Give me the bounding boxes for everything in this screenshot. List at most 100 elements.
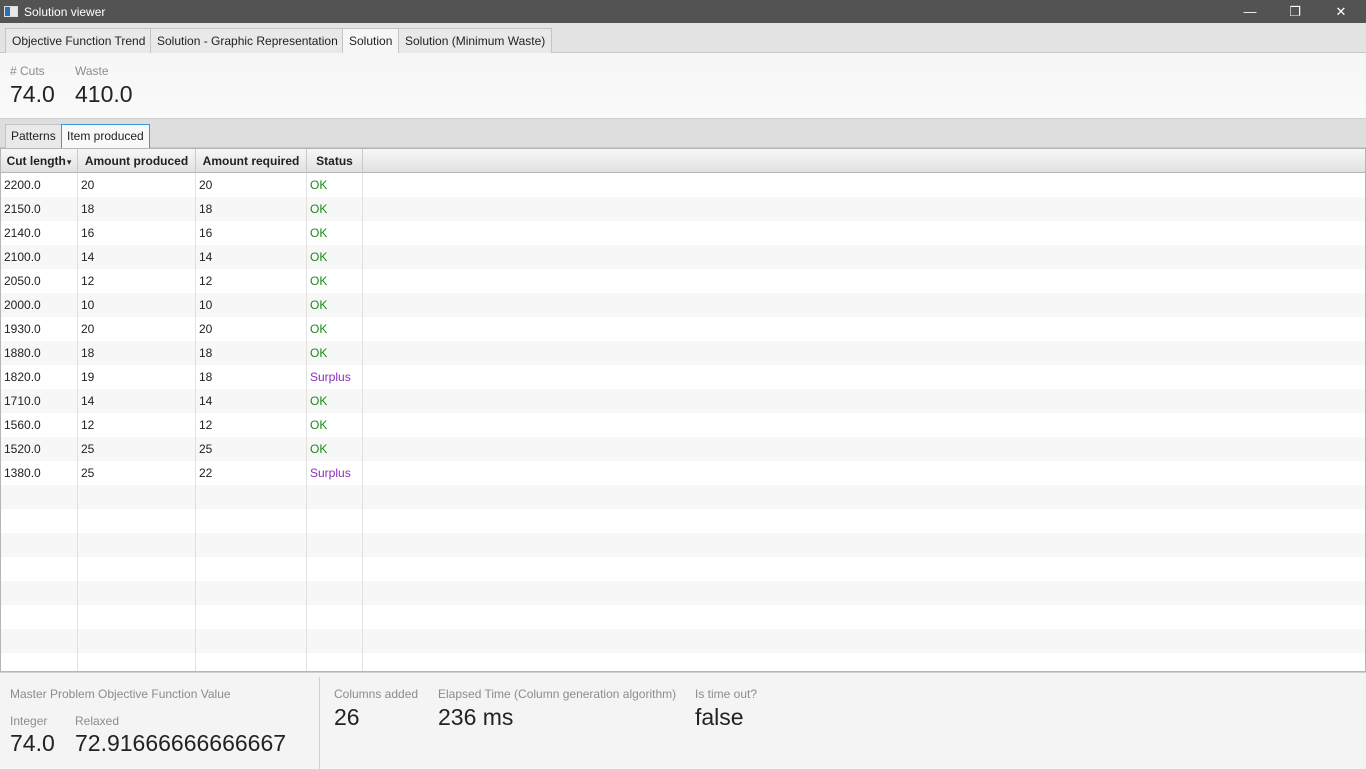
empty-cell: [78, 605, 196, 629]
empty-cell: [196, 509, 307, 533]
timeout-label: Is time out?: [695, 687, 758, 701]
table-row[interactable]: 1520.0 25 25 OK: [1, 437, 1365, 461]
empty-cell: [78, 485, 196, 509]
restore-icon[interactable]: ❐: [1272, 0, 1318, 23]
column-header-label: Cut length: [6, 154, 66, 168]
amount-required-cell: 18: [196, 341, 307, 365]
table-row[interactable]: 2000.0 10 10 OK: [1, 293, 1365, 317]
empty-cell: [307, 605, 363, 629]
amount-required-cell: 20: [196, 173, 307, 197]
amount-required-cell: 14: [196, 245, 307, 269]
empty-cell: [78, 581, 196, 605]
waste-label: Waste: [75, 64, 109, 78]
amount-produced-cell: 16: [78, 221, 196, 245]
amount-required-cell: 18: [196, 365, 307, 389]
status-cell: OK: [307, 197, 363, 221]
empty-table-row: [1, 509, 1365, 533]
empty-cell: [196, 653, 307, 671]
cuts-metric: # Cuts 74.0: [10, 64, 55, 108]
table-header: Cut length▾ Amount produced Amount requi…: [1, 149, 1365, 173]
amount-produced-cell: 20: [78, 173, 196, 197]
empty-cell: [1, 581, 78, 605]
summary-panel: # Cuts 74.0 Waste 410.0: [0, 53, 1366, 119]
empty-cell: [78, 653, 196, 671]
empty-cell: [1, 605, 78, 629]
tab-objective-function-trend[interactable]: Objective Function Trend: [5, 28, 153, 53]
column-header-amount-required[interactable]: Amount required: [196, 149, 307, 173]
columns-added-value: 26: [334, 704, 360, 730]
amount-produced-cell: 12: [78, 413, 196, 437]
table-row[interactable]: 2200.0 20 20 OK: [1, 173, 1365, 197]
column-header-cut-length[interactable]: Cut length▾: [1, 149, 78, 173]
empty-cell: [78, 557, 196, 581]
amount-required-cell: 10: [196, 293, 307, 317]
amount-required-cell: 12: [196, 269, 307, 293]
table-row[interactable]: 1380.0 25 22 Surplus: [1, 461, 1365, 485]
amount-required-cell: 18: [196, 197, 307, 221]
table-row[interactable]: 2100.0 14 14 OK: [1, 245, 1365, 269]
empty-cell: [307, 581, 363, 605]
cut-length-cell: 1710.0: [1, 389, 78, 413]
status-cell: OK: [307, 389, 363, 413]
table-row[interactable]: 1560.0 12 12 OK: [1, 413, 1365, 437]
column-header-status[interactable]: Status: [307, 149, 363, 173]
empty-cell: [307, 533, 363, 557]
status-cell: Surplus: [307, 365, 363, 389]
empty-cell: [307, 557, 363, 581]
amount-produced-cell: 25: [78, 461, 196, 485]
amount-produced-cell: 19: [78, 365, 196, 389]
timeout-value: false: [695, 704, 744, 730]
empty-cell: [1, 509, 78, 533]
cut-length-cell: 2100.0: [1, 245, 78, 269]
amount-produced-cell: 20: [78, 317, 196, 341]
sub-tab-bar: Patterns Item produced: [0, 119, 1366, 148]
empty-cell: [196, 605, 307, 629]
empty-cell: [307, 653, 363, 671]
status-cell: Surplus: [307, 461, 363, 485]
cut-length-cell: 1520.0: [1, 437, 78, 461]
table-row[interactable]: 2150.0 18 18 OK: [1, 197, 1365, 221]
column-header-amount-produced[interactable]: Amount produced: [78, 149, 196, 173]
empty-cell: [78, 533, 196, 557]
tab-item-produced[interactable]: Item produced: [61, 124, 150, 148]
empty-table-row: [1, 533, 1365, 557]
minimize-icon[interactable]: —: [1227, 0, 1273, 23]
amount-required-cell: 25: [196, 437, 307, 461]
amount-required-cell: 22: [196, 461, 307, 485]
table-row[interactable]: 1930.0 20 20 OK: [1, 317, 1365, 341]
empty-table-row: [1, 581, 1365, 605]
empty-cell: [196, 581, 307, 605]
tab-solution[interactable]: Solution: [342, 28, 400, 54]
amount-produced-cell: 18: [78, 197, 196, 221]
empty-cell: [1, 653, 78, 671]
table-row[interactable]: 2050.0 12 12 OK: [1, 269, 1365, 293]
empty-cell: [1, 533, 78, 557]
cut-length-cell: 1880.0: [1, 341, 78, 365]
close-icon[interactable]: ✕: [1318, 0, 1364, 23]
table-row[interactable]: 1820.0 19 18 Surplus: [1, 365, 1365, 389]
cut-length-cell: 2050.0: [1, 269, 78, 293]
empty-cell: [78, 509, 196, 533]
empty-table-row: [1, 653, 1365, 671]
tab-patterns[interactable]: Patterns: [5, 124, 62, 148]
status-cell: OK: [307, 245, 363, 269]
table-body: 2200.0 20 20 OK 2150.0 18 18 OK 2140.0 16 16 OK 2100…: [1, 173, 1365, 671]
cuts-label: # Cuts: [10, 64, 45, 78]
amount-produced-cell: 10: [78, 293, 196, 317]
table-row[interactable]: 2140.0 16 16 OK: [1, 221, 1365, 245]
cut-length-cell: 2200.0: [1, 173, 78, 197]
tab-solution-minimum-waste[interactable]: Solution (Minimum Waste): [398, 28, 553, 53]
table-row[interactable]: 1880.0 18 18 OK: [1, 341, 1365, 365]
empty-cell: [307, 509, 363, 533]
tab-solution-graphic-representation[interactable]: Solution - Graphic Representation: [150, 28, 345, 53]
cut-length-cell: 1380.0: [1, 461, 78, 485]
amount-required-cell: 12: [196, 413, 307, 437]
empty-cell: [1, 485, 78, 509]
status-cell: OK: [307, 317, 363, 341]
empty-cell: [196, 629, 307, 653]
cut-length-cell: 2140.0: [1, 221, 78, 245]
amount-produced-cell: 12: [78, 269, 196, 293]
empty-cell: [196, 533, 307, 557]
footer-divider: [319, 677, 320, 769]
table-row[interactable]: 1710.0 14 14 OK: [1, 389, 1365, 413]
